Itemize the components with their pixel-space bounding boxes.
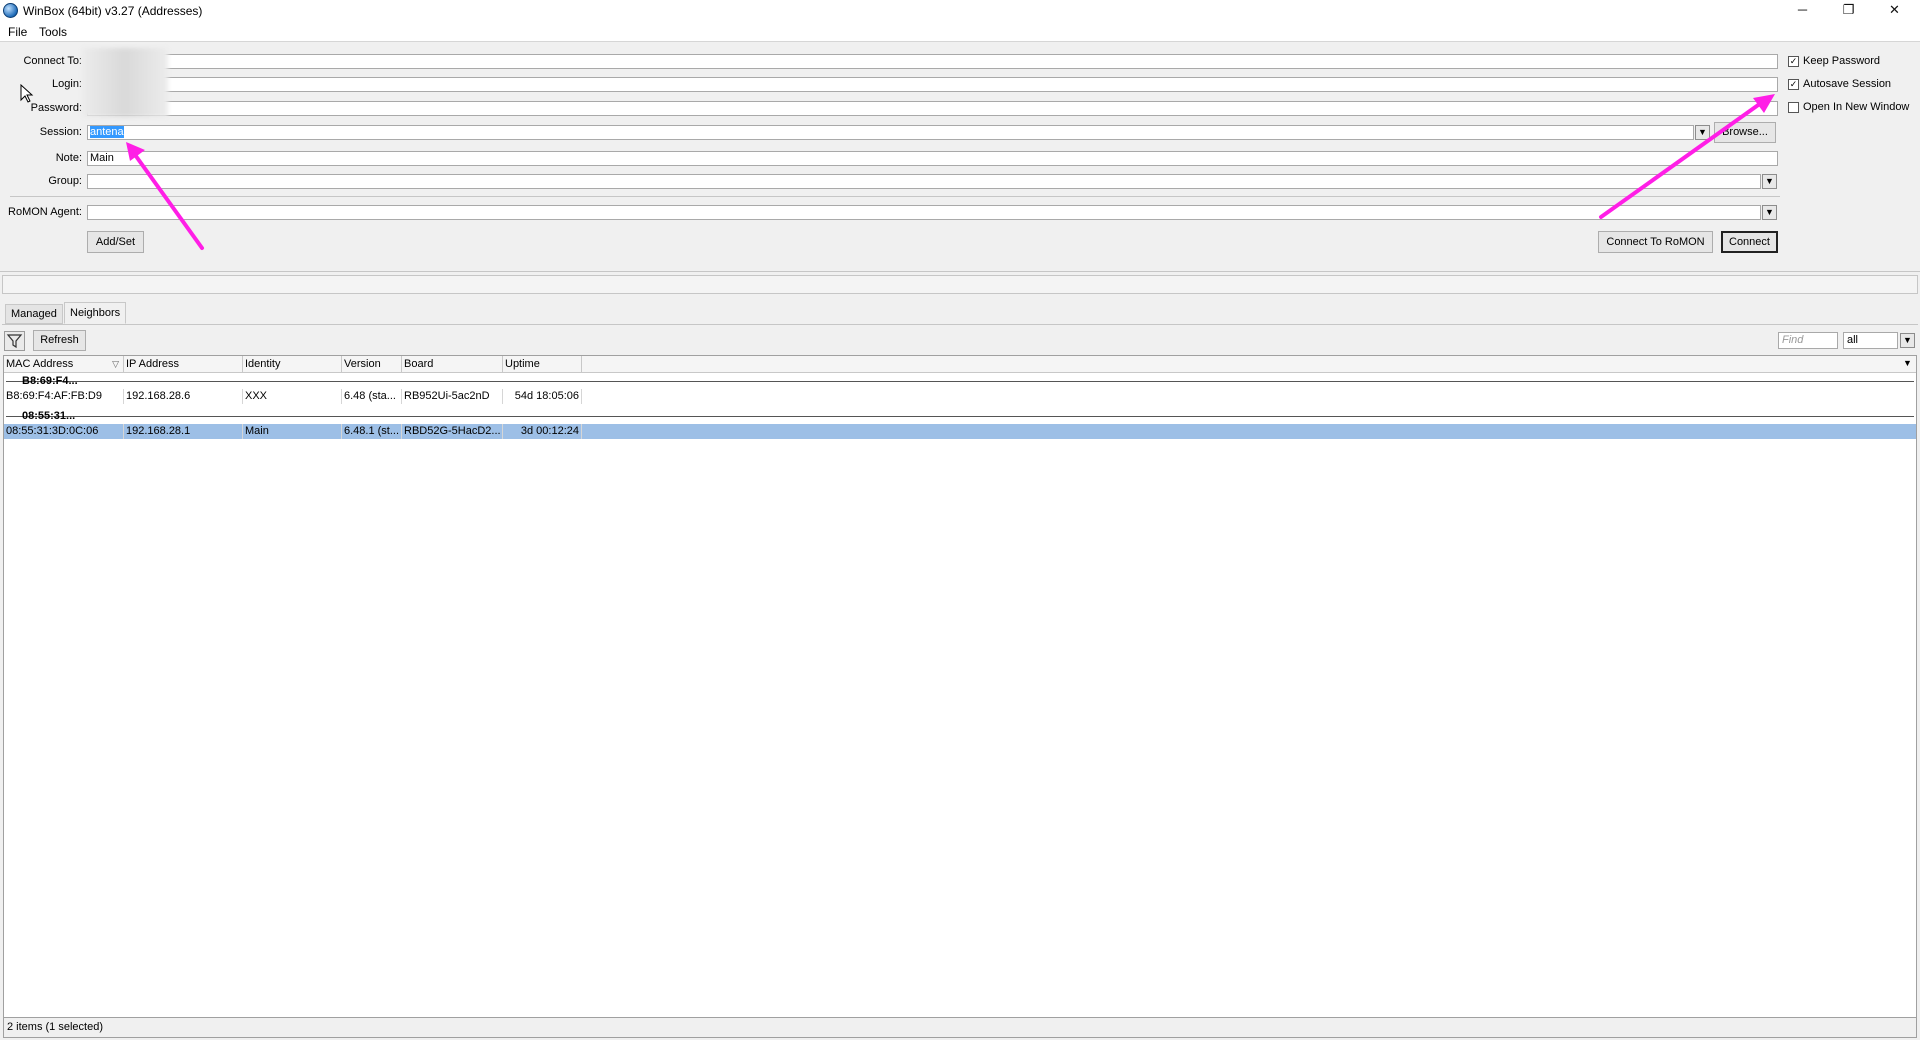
section-divider (0, 271, 1920, 272)
cell-mac: 08:55:31:3D:0C:06 (4, 424, 124, 439)
note-label: Note: (55, 152, 82, 164)
connect-button[interactable]: Connect (1721, 231, 1778, 253)
session-field[interactable]: antena (87, 125, 1694, 140)
cell-uptime: 3d 00:12:24 (503, 424, 582, 439)
password-label: Password: (30, 102, 82, 114)
funnel-icon (6, 334, 23, 349)
column-header-identity[interactable]: Identity (243, 356, 342, 372)
column-header-board[interactable]: Board (402, 356, 503, 372)
minimize-button[interactable]: ─ (1780, 0, 1825, 22)
session-label: Session: (39, 126, 82, 138)
open-new-window-checkbox[interactable] (1788, 101, 1799, 113)
connect-to-label: Connect To: (23, 55, 82, 67)
password-field[interactable] (87, 101, 1778, 116)
tab-managed[interactable]: Managed (5, 304, 63, 324)
open-new-window-label: Open In New Window (1803, 101, 1910, 113)
cell-version: 6.48.1 (st... (342, 424, 402, 439)
cell-ip: 192.168.28.1 (124, 424, 243, 439)
group-label: Group: (48, 175, 82, 187)
column-header-mac[interactable]: MAC Address ▽ (4, 356, 124, 372)
group-field[interactable] (87, 174, 1761, 189)
column-header-version[interactable]: Version (342, 356, 402, 372)
tab-baseline (2, 324, 1918, 325)
restore-button[interactable]: ❐ (1826, 0, 1871, 22)
window-title: WinBox (64bit) v3.27 (Addresses) (23, 4, 203, 18)
refresh-button[interactable]: Refresh (33, 330, 86, 351)
login-field[interactable] (87, 77, 1778, 92)
dropdown-arrow-icon[interactable]: ▼ (1762, 205, 1777, 220)
autosave-session-label: Autosave Session (1803, 78, 1892, 90)
dropdown-arrow-icon[interactable]: ▼ (1762, 174, 1777, 189)
cell-board: RB952Ui-5ac2nD (402, 389, 503, 404)
autosave-session-option[interactable]: ✓ Autosave Session (1788, 78, 1891, 90)
dropdown-arrow-icon[interactable]: ▼ (1900, 357, 1915, 372)
autosave-session-checkbox[interactable]: ✓ (1788, 78, 1799, 90)
progress-strip (2, 275, 1918, 294)
menu-tools[interactable]: Tools (39, 25, 67, 39)
keep-password-checkbox[interactable]: ✓ (1788, 55, 1799, 67)
find-input[interactable]: Find (1778, 332, 1838, 349)
romon-agent-label: RoMON Agent: (8, 206, 82, 218)
group-header[interactable]: B8:69:F4... (6, 374, 1914, 388)
login-label: Login: (52, 78, 82, 90)
note-field[interactable]: Main (87, 151, 1778, 166)
cell-mac: B8:69:F4:AF:FB:D9 (4, 389, 124, 404)
dropdown-arrow-icon[interactable]: ▼ (1695, 125, 1710, 140)
column-header-ip[interactable]: IP Address (124, 356, 243, 372)
dropdown-arrow-icon[interactable]: ▼ (1900, 333, 1915, 348)
redacted-area (82, 48, 168, 117)
menu-file[interactable]: File (8, 25, 27, 39)
column-header-uptime[interactable]: Uptime (503, 356, 582, 372)
tab-neighbors[interactable]: Neighbors (64, 302, 127, 324)
open-new-window-option[interactable]: Open In New Window (1788, 101, 1909, 113)
romon-agent-field[interactable] (87, 205, 1761, 220)
filter-select[interactable]: all (1843, 332, 1898, 349)
neighbors-table: MAC Address ▽ IP Address Identity Version… (3, 355, 1917, 1018)
add-set-button[interactable]: Add/Set (87, 231, 144, 253)
cell-ip: 192.168.28.6 (124, 389, 243, 404)
keep-password-option[interactable]: ✓ Keep Password (1788, 55, 1880, 67)
connect-to-romon-button[interactable]: Connect To RoMON (1598, 231, 1713, 253)
close-button[interactable]: ✕ (1872, 0, 1917, 22)
keep-password-label: Keep Password (1803, 55, 1881, 67)
status-bar: 2 items (1 selected) (3, 1018, 1917, 1038)
filter-button[interactable] (4, 331, 25, 351)
cell-uptime: 54d 18:05:06 (503, 389, 582, 404)
cell-board: RBD52G-5HacD2... (402, 424, 503, 439)
mouse-cursor-icon (20, 84, 34, 103)
title-bar: WinBox (64bit) v3.27 (Addresses) ─ ❐ ✕ (0, 0, 1920, 22)
sort-indicator-icon: ▽ (112, 359, 119, 369)
form-divider (10, 196, 1780, 197)
browse-button[interactable]: Browse... (1714, 122, 1776, 143)
cell-identity: Main (243, 424, 342, 439)
table-header: MAC Address ▽ IP Address Identity Version… (4, 356, 1916, 373)
connect-to-field[interactable] (87, 54, 1778, 69)
cell-identity: XXX (243, 389, 342, 404)
table-row[interactable]: B8:69:F4:AF:FB:D9 192.168.28.6 XXX 6.48 … (4, 389, 1916, 404)
group-header[interactable]: 08:55:31... (6, 409, 1914, 423)
cell-version: 6.48 (sta... (342, 389, 402, 404)
session-value: antena (90, 126, 124, 138)
menu-bar: File Tools (0, 22, 1920, 42)
winbox-globe-icon (3, 3, 18, 18)
table-row[interactable]: 08:55:31:3D:0C:06 192.168.28.1 Main 6.48… (4, 424, 1916, 439)
